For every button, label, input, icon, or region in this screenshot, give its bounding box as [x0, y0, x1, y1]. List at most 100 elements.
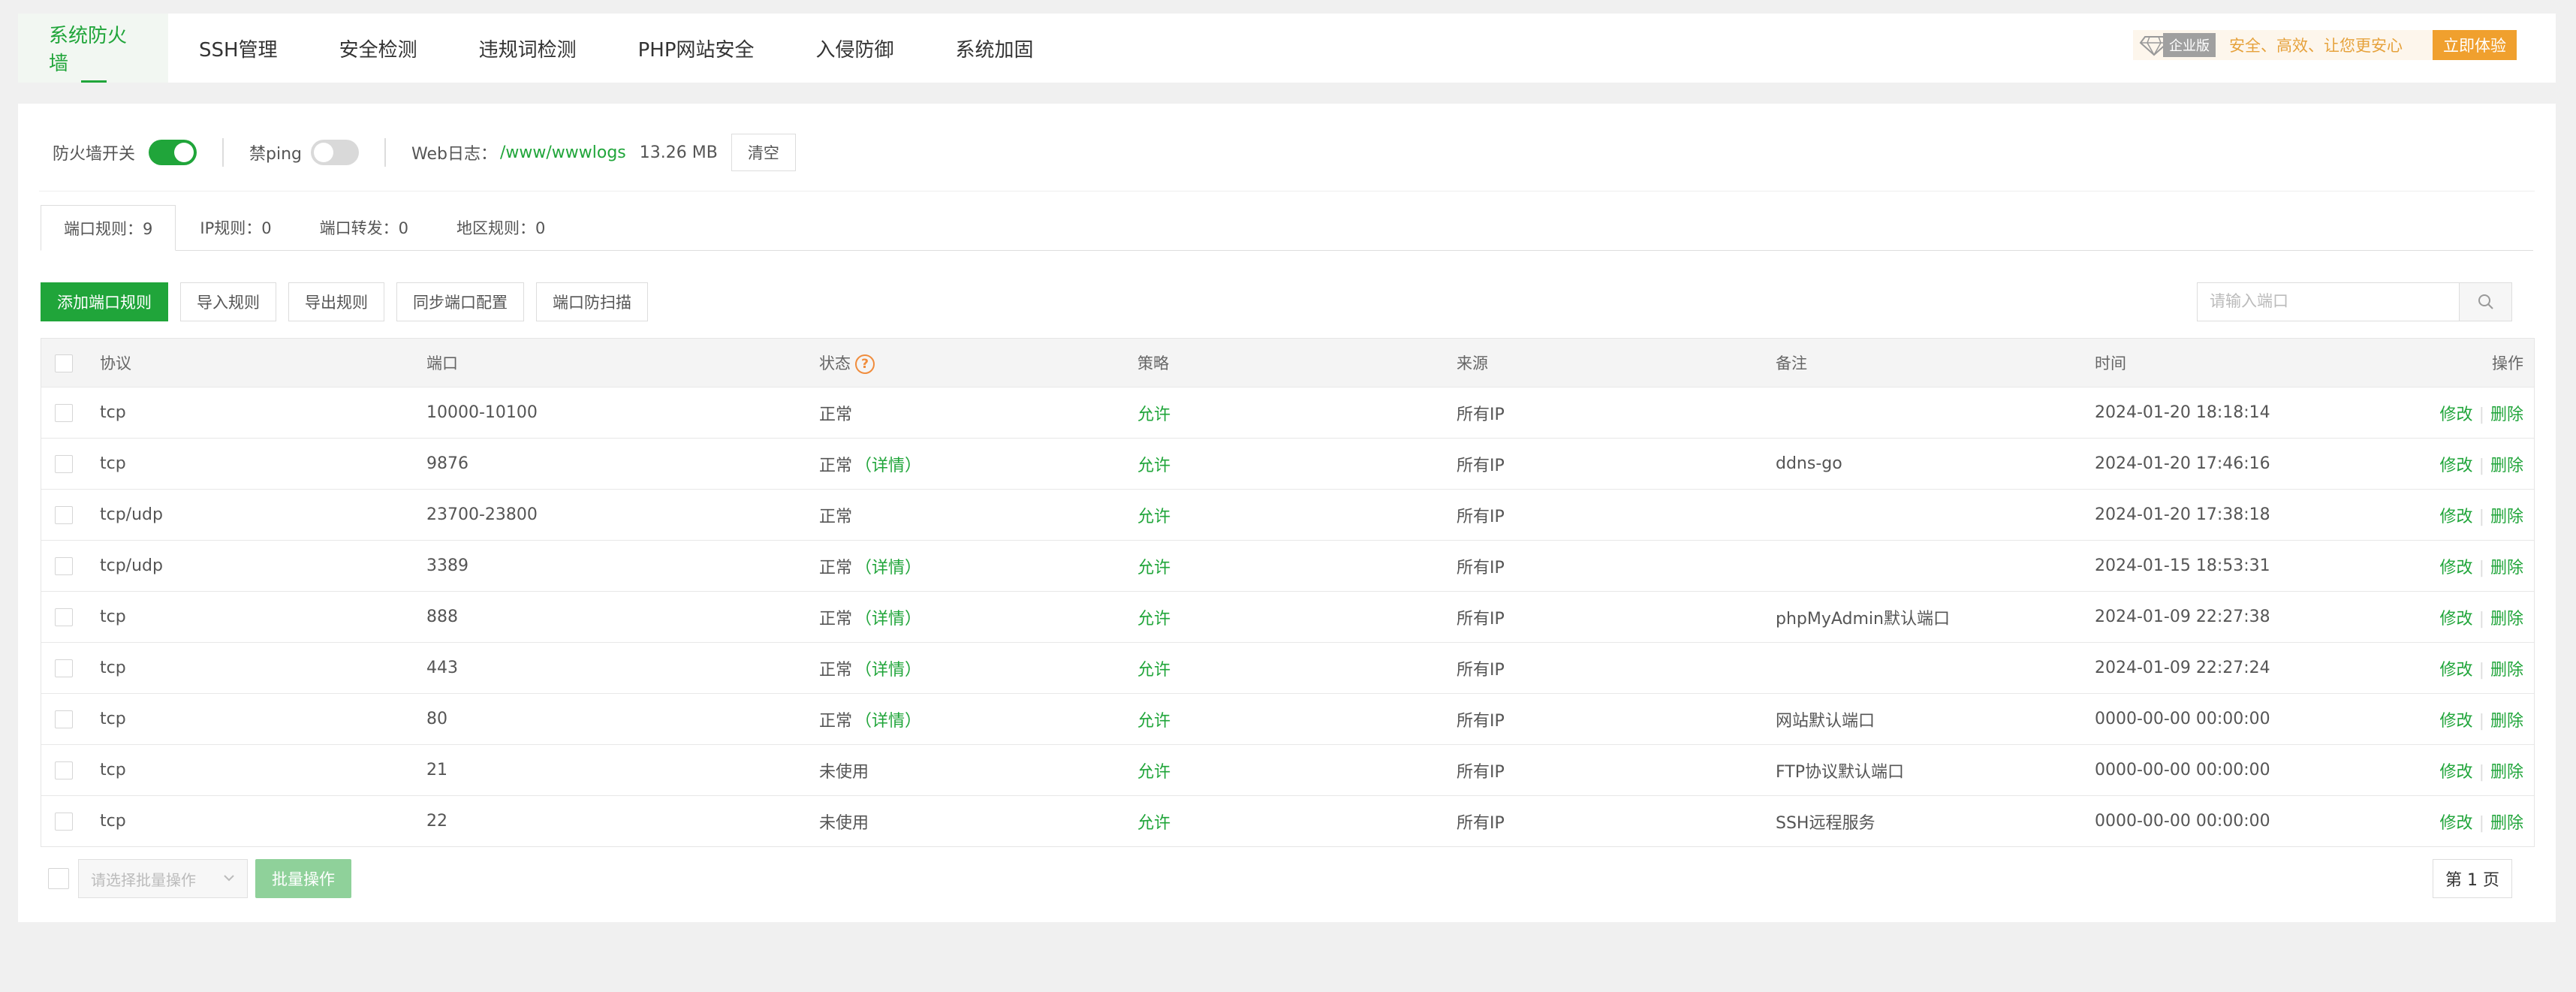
edit-link[interactable]: 修改: [2440, 814, 2473, 833]
delete-link[interactable]: 删除: [2490, 406, 2523, 424]
cell-port: 9876: [426, 454, 469, 473]
weblog-path-link[interactable]: /www/wwwlogs: [500, 143, 626, 162]
cell-source: 所有IP: [1457, 507, 1505, 526]
help-icon[interactable]: ?: [855, 354, 875, 374]
cell-port: 3389: [426, 556, 469, 575]
row-checkbox[interactable]: [55, 659, 73, 677]
row-checkbox[interactable]: [55, 455, 73, 473]
state-text: 未使用: [819, 813, 869, 833]
table-row: tcp/udp 23700-23800 正常 允许 所有IP 2024-01-20 17:…: [41, 489, 2534, 540]
edit-link[interactable]: 修改: [2440, 763, 2473, 782]
export-rules-button[interactable]: 导出规则: [288, 282, 384, 321]
row-checkbox[interactable]: [55, 608, 73, 626]
select-all-checkbox[interactable]: [55, 354, 73, 372]
cell-time: 2024-01-09 22:27:24: [2095, 659, 2270, 677]
detail-link[interactable]: （详情）: [855, 610, 921, 629]
batch-action-button[interactable]: 批量操作: [255, 859, 351, 898]
toolbar: 添加端口规则 导入规则 导出规则 同步端口配置 端口防扫描: [41, 282, 660, 321]
state-text: 正常: [819, 507, 853, 526]
footer-select-all-checkbox[interactable]: [48, 868, 69, 889]
edit-link[interactable]: 修改: [2440, 457, 2473, 475]
top-nav: 系统防火墙 SSH管理 安全检测 违规词检测 PHP网站安全 入侵防御 系统加固 企业版 安…: [18, 14, 2556, 83]
state-text: 正常: [819, 711, 853, 731]
row-checkbox[interactable]: [55, 404, 73, 422]
ops-separator: |: [2478, 558, 2484, 577]
edit-link[interactable]: 修改: [2440, 508, 2473, 526]
weblog-label: Web日志：: [411, 145, 497, 164]
detail-link[interactable]: （详情）: [855, 559, 921, 577]
search-button[interactable]: [2460, 282, 2512, 321]
port-search: [2197, 282, 2512, 321]
nav-tabs: 系统防火墙 SSH管理 安全检测 违规词检测 PHP网站安全 入侵防御 系统加固: [18, 14, 1065, 83]
detail-link[interactable]: （详情）: [855, 712, 921, 731]
nav-tab[interactable]: SSH管理: [168, 14, 309, 83]
delete-link[interactable]: 删除: [2490, 661, 2523, 680]
import-rules-button[interactable]: 导入规则: [180, 282, 276, 321]
sync-port-config-button[interactable]: 同步端口配置: [396, 282, 524, 321]
nav-tab[interactable]: 违规词检测: [448, 14, 607, 83]
search-icon: [2478, 294, 2493, 309]
page-indicator[interactable]: 第 1 页: [2433, 859, 2512, 898]
rule-tab[interactable]: 端口转发：0: [296, 205, 432, 250]
ops-separator: |: [2478, 711, 2484, 731]
cell-state: 正常 （详情）: [819, 452, 1137, 476]
cell-ops: 修改 | 删除: [2433, 758, 2535, 782]
delete-link[interactable]: 删除: [2490, 763, 2523, 782]
ping-switch-label: 禁ping: [249, 145, 303, 164]
cell-source: 所有IP: [1457, 813, 1505, 833]
edit-link[interactable]: 修改: [2440, 610, 2473, 629]
delete-link[interactable]: 删除: [2490, 610, 2523, 629]
ops-separator: |: [2478, 405, 2484, 424]
row-checkbox[interactable]: [55, 506, 73, 524]
row-checkbox[interactable]: [55, 761, 73, 779]
cell-source: 所有IP: [1457, 405, 1505, 424]
nav-tab[interactable]: 系统加固: [925, 14, 1065, 83]
cell-ops: 修改 | 删除: [2433, 656, 2535, 680]
port-search-input[interactable]: [2197, 282, 2460, 321]
row-checkbox[interactable]: [55, 710, 73, 728]
settings-bar: 防火墙开关 禁ping Web日志： /www/wwwlogs 13.26 MB…: [53, 134, 796, 171]
clear-log-button[interactable]: 清空: [731, 134, 796, 171]
rule-tab[interactable]: IP规则：0: [176, 205, 295, 250]
delete-link[interactable]: 删除: [2490, 814, 2523, 833]
batch-action-select[interactable]: 请选择批量操作: [78, 859, 248, 898]
cell-protocol: tcp: [100, 710, 126, 728]
delete-link[interactable]: 删除: [2490, 559, 2523, 577]
port-scan-protect-button[interactable]: 端口防扫描: [536, 282, 648, 321]
cell-protocol: tcp/udp: [100, 505, 163, 524]
try-now-button[interactable]: 立即体验: [2433, 30, 2517, 60]
cell-ops: 修改 | 删除: [2433, 605, 2535, 629]
table-header: 协议 端口 状态? 策略 来源 备注 时间 操作: [41, 339, 2534, 387]
delete-link[interactable]: 删除: [2490, 508, 2523, 526]
header-source: 来源: [1457, 354, 1488, 372]
edit-link[interactable]: 修改: [2440, 406, 2473, 424]
nav-tab[interactable]: 系统防火墙: [18, 14, 168, 83]
cell-policy: 允许: [1137, 660, 1171, 680]
edit-link[interactable]: 修改: [2440, 712, 2473, 731]
cell-port: 10000-10100: [426, 403, 538, 422]
detail-link[interactable]: （详情）: [855, 457, 921, 475]
row-checkbox[interactable]: [55, 813, 73, 831]
nav-tab[interactable]: 入侵防御: [785, 14, 925, 83]
ops-separator: |: [2478, 813, 2484, 833]
ping-toggle[interactable]: [311, 140, 360, 165]
add-port-rule-button[interactable]: 添加端口规则: [41, 282, 168, 321]
nav-tab[interactable]: PHP网站安全: [607, 14, 785, 83]
cell-policy: 允许: [1137, 558, 1171, 577]
rule-tab[interactable]: 端口规则：9: [41, 205, 176, 251]
edit-link[interactable]: 修改: [2440, 661, 2473, 680]
detail-link[interactable]: （详情）: [855, 661, 921, 680]
cell-time: 2024-01-20 17:46:16: [2095, 454, 2270, 473]
firewall-panel: 防火墙开关 禁ping Web日志： /www/wwwlogs 13.26 MB…: [18, 104, 2556, 922]
nav-tab[interactable]: 安全检测: [309, 14, 448, 83]
cell-port: 22: [426, 812, 447, 831]
rule-tab[interactable]: 地区规则：0: [432, 205, 569, 250]
edit-link[interactable]: 修改: [2440, 559, 2473, 577]
divider: [222, 138, 224, 167]
table-row: tcp 9876 正常 （详情） 允许 所有IP ddns-go 2024-01-20 17:…: [41, 438, 2534, 489]
firewall-toggle[interactable]: [149, 140, 197, 165]
row-checkbox[interactable]: [55, 557, 73, 575]
cell-source: 所有IP: [1457, 609, 1505, 629]
delete-link[interactable]: 删除: [2490, 457, 2523, 475]
delete-link[interactable]: 删除: [2490, 712, 2523, 731]
